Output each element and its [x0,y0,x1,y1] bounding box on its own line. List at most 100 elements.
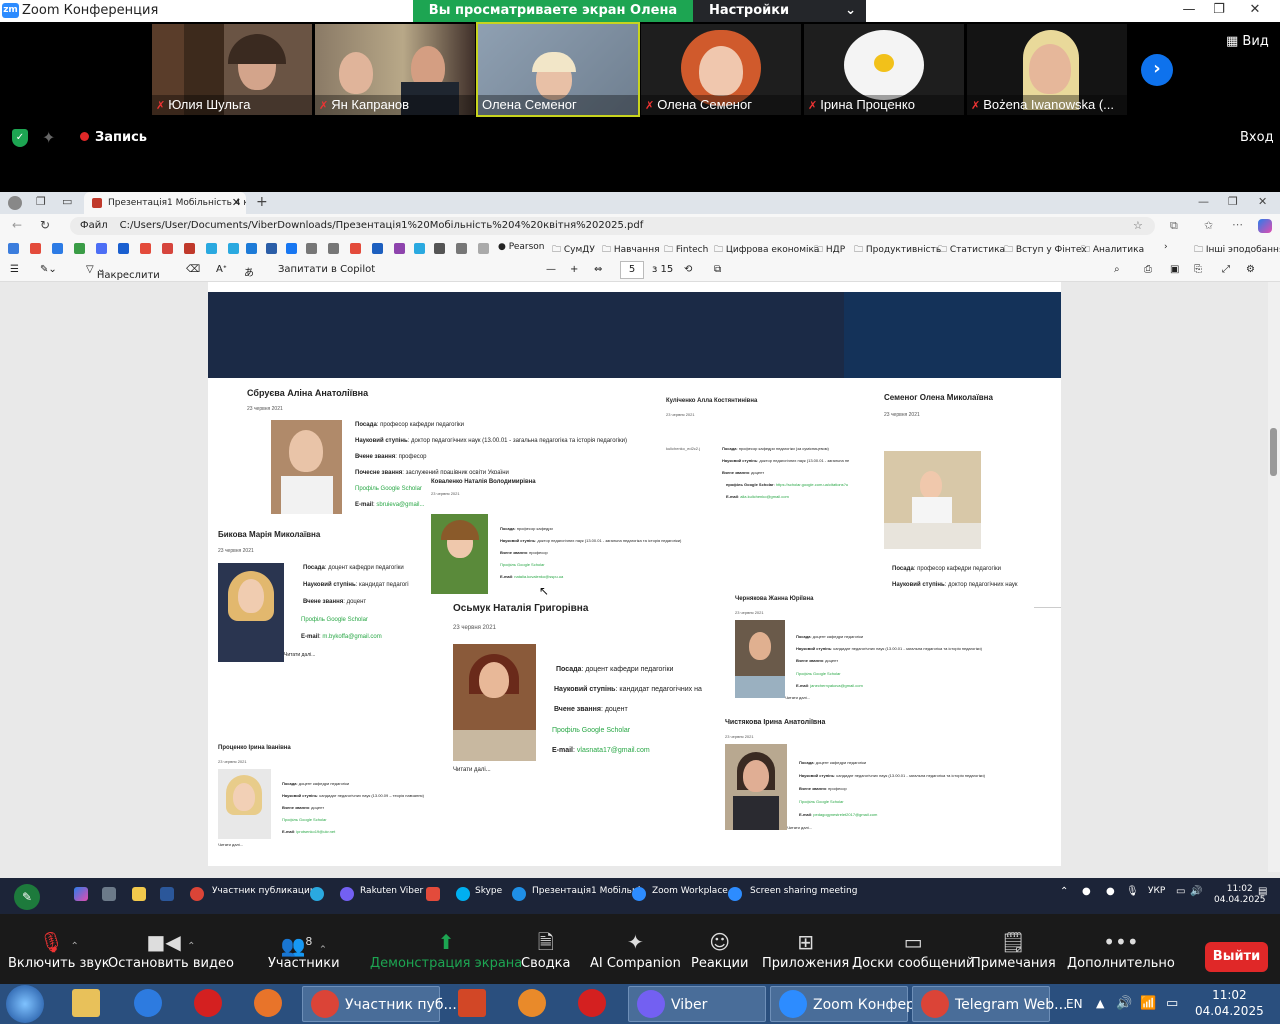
bookmark-icon[interactable] [350,243,361,254]
microphone-icon[interactable]: 🎙 [1126,886,1139,897]
bookmark-icon[interactable] [8,243,19,254]
fullscreen-icon[interactable]: ⤢ [1222,264,1230,275]
win-task[interactable]: Rakuten Viber [360,886,423,896]
opera-icon[interactable] [194,989,222,1017]
file-explorer-icon[interactable] [72,989,100,1017]
pdf-scroll-thumb[interactable] [1270,428,1277,476]
contents-icon[interactable]: ☰ [10,264,19,275]
minimize-icon[interactable]: — [1174,0,1204,22]
network-icon[interactable]: ▭ [1176,886,1185,897]
pdf-scrollbar[interactable] [1268,282,1280,872]
bookmark-folder[interactable]: 🗀 НДР [814,242,845,258]
language-indicator[interactable]: EN [1066,986,1083,1022]
scholar-link[interactable]: Профіль Google Scholar [500,562,545,567]
clock[interactable]: 11:02 04.04.2025 [1195,987,1264,1019]
bookmark-icon[interactable] [74,243,85,254]
read-more-link[interactable]: Читати далі... [284,652,315,658]
read-aloud-icon[interactable]: Aᐩ [216,264,227,275]
extensions-icon[interactable]: ⧉ [1170,219,1178,233]
bookmark-folder[interactable]: 🗀 Статистика [938,242,1005,258]
tray-language[interactable]: УКР [1148,886,1165,896]
firefox-icon[interactable] [254,989,282,1017]
bookmark-icon[interactable] [118,243,129,254]
start-button-icon[interactable] [6,985,44,1023]
network-icon[interactable]: 📶 [1140,986,1156,1022]
bookmark-icon[interactable] [30,243,41,254]
participant-tile[interactable]: ✗ Олена Семеног [641,24,801,115]
leave-button[interactable]: Выйти [1205,942,1268,972]
bookmark-icon[interactable] [306,243,317,254]
bookmark-folder-other[interactable]: 🗀 Інші эподобання [1194,242,1280,258]
bookmark-folder[interactable]: 🗀 Аналитика [1081,242,1144,258]
email-link[interactable]: alla.kulichenko@gmail.com [740,494,789,499]
bookmark-icon[interactable] [184,243,195,254]
bookmark-icon[interactable] [372,243,383,254]
taskbar-item[interactable]: Zoom Конфер... [770,986,928,1022]
participants-button[interactable]: 👥8 ⌃ Участники [268,928,340,971]
participant-tile[interactable]: ✗ Ян Капранов [315,24,475,115]
record-indicator[interactable]: Запись [80,130,147,145]
win-task[interactable]: Zoom Workplace [652,886,728,896]
bookmark-folder[interactable]: 🗀 Продуктивність [854,242,941,258]
bookmarks-more-icon[interactable]: › [1164,242,1168,252]
favorites-icon[interactable]: ✩ [1204,219,1213,232]
win-task[interactable]: Участник публикации [212,886,316,896]
tab-pdf[interactable]: Презентація1 Мобільність 4 кв ✕ [84,192,246,214]
apps-button[interactable]: ⊞ Приложения [762,928,849,971]
bookmark-icon[interactable] [434,243,445,254]
bookmark-pearson[interactable]: ● Pearson [498,242,544,252]
read-more-link[interactable]: Читати далі... [453,767,491,773]
action-center-icon[interactable]: ▭ [1166,986,1178,1022]
bookmark-icon[interactable] [162,243,173,254]
view-button[interactable]: ▦ Вид [1226,34,1269,49]
bookmark-icon[interactable] [328,243,339,254]
tab-actions-icon[interactable]: ▭ [62,195,72,208]
bookmark-icon[interactable] [140,243,151,254]
read-more-link[interactable]: Читати далі... [785,695,810,700]
scholar-link[interactable]: Профіль Google Scholar [796,671,841,676]
ie-icon[interactable] [134,989,162,1017]
bookmark-icon[interactable] [414,243,425,254]
unmute-button[interactable]: 🎙 ⌃ Включить звук [8,928,110,971]
bookmark-icon[interactable] [394,243,405,254]
taskbar-item[interactable]: Участник пуб... [302,986,457,1022]
participant-tile[interactable]: ✗ Bożena Iwanowska (... [967,24,1127,115]
eraser-icon[interactable]: ⌫ [186,264,200,275]
read-more-link[interactable]: Читати далі... [787,825,812,830]
bookmark-icon[interactable] [52,243,63,254]
bookmark-icon[interactable] [456,243,467,254]
volume-icon[interactable]: 🔊 [1190,886,1202,897]
save-as-icon[interactable]: ⎘ [1194,264,1202,275]
email-link[interactable]: pedagogynestrelet2017@gmail.com [813,812,877,817]
tray-zoom-icon[interactable]: ● [1082,886,1091,897]
login-button[interactable]: Вход [1240,130,1274,145]
edge-icon[interactable] [512,887,526,901]
page-view-icon[interactable]: ⧉ [714,264,721,275]
opera-icon[interactable] [578,989,606,1017]
pdf-viewport[interactable]: Сбруєва Аліна Анатоліївна 23 червня 2021… [0,282,1280,878]
summary-button[interactable]: 🗎 Сводка [521,928,571,971]
email-link[interactable]: natalia.kovalenko@sspu.ua [514,574,563,579]
participant-tile[interactable]: ✗ Юлия Шульга [152,24,312,115]
close-icon[interactable]: ✕ [1240,0,1270,22]
viber-icon[interactable] [340,887,354,901]
win-task[interactable]: Skype [475,886,502,896]
close-tab-icon[interactable]: ✕ [232,192,241,214]
close-icon[interactable]: ✕ [1258,195,1267,208]
email-link[interactable]: janechernyakova@gmail.com [810,683,863,688]
save-icon[interactable]: ▣ [1170,264,1179,275]
profile-avatar[interactable] [8,196,22,210]
highlight-icon[interactable]: ✎⌄ [40,264,57,275]
bookmark-folder[interactable]: 🗀 Fintech [664,242,708,258]
tray-app-icon[interactable]: ● [1106,886,1115,897]
taskbar-item[interactable]: Viber [628,986,766,1022]
scholar-link[interactable]: Профіль Google Scholar [301,617,368,623]
bookmark-icon[interactable] [246,243,257,254]
boards-button[interactable]: ▭ Доски сообщений [852,928,974,971]
draw-button[interactable]: ▽ Накреслити ⌄ [86,264,160,281]
fit-page-icon[interactable]: ⇔ [594,264,602,275]
bookmark-icon[interactable] [96,243,107,254]
bookmark-icon[interactable] [266,243,277,254]
bookmark-folder[interactable]: 🗀 Цифрова економіка [714,242,819,258]
powerpoint-icon[interactable] [458,989,486,1017]
